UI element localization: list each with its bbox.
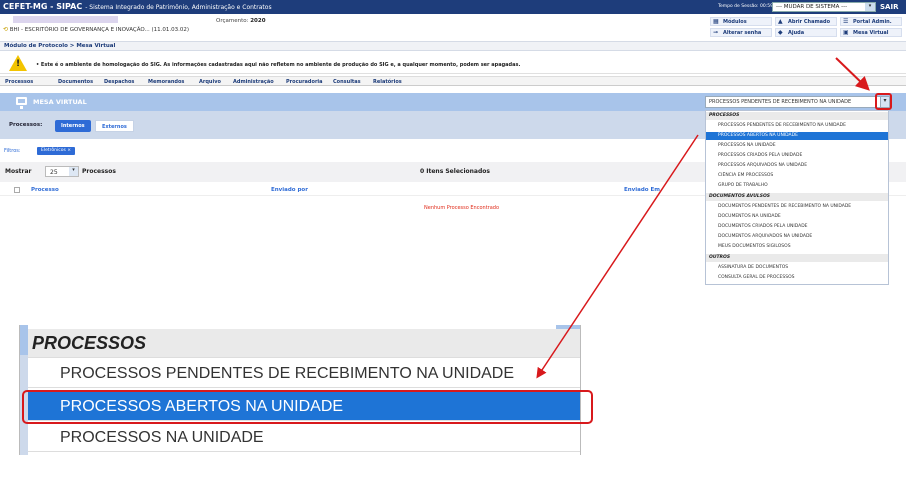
menu-administracao[interactable]: Administração (233, 79, 274, 85)
swap-icon: ⟲ (3, 26, 9, 33)
dropdown-option-selected[interactable]: PROCESSOS ABERTOS NA UNIDADE (706, 132, 888, 140)
system-title: CEFET-MG - SIPAC (3, 2, 83, 11)
menu-processos[interactable]: Processos (5, 79, 33, 85)
filter-chip[interactable]: Eletrônicos × (37, 147, 76, 155)
quick-link-label: Abrir Chamado (788, 19, 831, 25)
quick-link-label: Módulos (723, 19, 747, 25)
annotation-highlight-box (22, 390, 593, 424)
system-name: CEFET-MG - SIPAC - Sistema Integrado de P… (3, 2, 272, 11)
quick-link-label: Portal Admin. (853, 19, 892, 25)
user-info-bar: Orçamento: 2020 ⟲ BHI - ESCRITÓRIO DE GO… (0, 14, 906, 42)
budget-label: Orçamento: (216, 18, 249, 24)
menu-despachos[interactable]: Despachos (104, 79, 134, 85)
dropdown-option[interactable]: CONSULTA GERAL DE PROCESSOS (706, 274, 888, 282)
list-icon: ☰ (843, 18, 849, 25)
dropdown-group: DOCUMENTOS AVULSOS (706, 193, 888, 201)
quick-link-ajuda[interactable]: ◆ Ajuda (775, 28, 837, 37)
quick-link-label: Mesa Virtual (853, 30, 889, 36)
processos-label: Processos: (9, 122, 43, 128)
help-icon: ◆ (778, 29, 783, 36)
main-menu: Processos Documentos Despachos Memorando… (0, 76, 906, 86)
show-suffix: Processos (82, 168, 116, 175)
warning-icon: ▲ (778, 18, 783, 25)
zoom-option[interactable]: PROCESSOS NA UNIDADE (28, 423, 581, 452)
column-enviado-por[interactable]: Enviado por (271, 187, 308, 193)
quick-link-mesa-virtual[interactable]: ▣ Mesa Virtual (840, 28, 902, 37)
filters-label: Filtros: (4, 148, 21, 154)
chevron-down-icon: ▾ (865, 3, 875, 11)
warning-text: • Este é o ambiente de homologação do SI… (36, 62, 521, 68)
dropdown-group: OUTROS (706, 254, 888, 262)
dropdown-option[interactable]: MEUS DOCUMENTOS SIGILOSOS (706, 243, 888, 251)
dropdown-option[interactable]: PROCESSOS NA UNIDADE (706, 142, 888, 150)
system-subtitle: - Sistema Integrado de Patrimônio, Admin… (85, 4, 272, 11)
dropdown-option[interactable]: DOCUMENTOS CRIADOS PELA UNIDADE (706, 223, 888, 231)
dropdown-option[interactable]: DOCUMENTOS ARQUIVADOS NA UNIDADE (706, 233, 888, 241)
breadcrumb-text[interactable]: Módulo de Protocolo > Mesa Virtual (4, 43, 115, 49)
menu-documentos[interactable]: Documentos (58, 79, 93, 85)
view-select[interactable]: PROCESSOS PENDENTES DE RECEBIMENTO NA UN… (705, 96, 890, 108)
menu-arquivo[interactable]: Arquivo (199, 79, 221, 85)
menu-relatorios[interactable]: Relatórios (373, 79, 402, 85)
page-title: MESA VIRTUAL (33, 98, 87, 106)
select-all-checkbox[interactable] (14, 187, 20, 193)
grid-icon: ▦ (713, 18, 719, 25)
menu-memorandos[interactable]: Memorandos (148, 79, 184, 85)
selected-count: 0 Itens Selecionados (420, 168, 490, 175)
column-enviado-em[interactable]: Enviado Em (624, 187, 660, 193)
unit-name: BHI - ESCRITÓRIO DE GOVERNANÇA E INOVAÇÃ… (9, 27, 190, 33)
dropdown-option[interactable]: DOCUMENTOS PENDENTES DE RECEBIMENTO NA U… (706, 203, 888, 211)
filter-chip-label: Eletrônicos (41, 148, 66, 153)
tab-internos[interactable]: Internos (55, 120, 91, 132)
exclamation-mark: ! (16, 59, 21, 69)
dropdown-option[interactable]: DOCUMENTOS NA UNIDADE (706, 213, 888, 221)
unit-link[interactable]: ⟲ BHI - ESCRITÓRIO DE GOVERNANÇA E INOVA… (3, 26, 189, 33)
page-size-value: 25 (50, 169, 58, 176)
desk-icon: ▣ (843, 29, 849, 36)
chevron-down-icon: ▾ (69, 167, 78, 176)
dropdown-option[interactable]: GRUPO DE TRABALHO (706, 182, 888, 190)
quick-link-abrir-chamado[interactable]: ▲ Abrir Chamado (775, 17, 837, 26)
logout-link[interactable]: SAIR (880, 3, 898, 11)
user-name-redacted (13, 16, 118, 23)
page-size-select[interactable]: 25 ▾ (45, 166, 79, 177)
breadcrumb: Módulo de Protocolo > Mesa Virtual (0, 41, 906, 51)
mesa-virtual-header: MESA VIRTUAL PROCESSOS PENDENTES DE RECE… (0, 93, 906, 111)
dropdown-option[interactable]: ASSINATURA DE DOCUMENTOS (706, 264, 888, 272)
monitor-icon (16, 97, 27, 109)
dropdown-option[interactable]: PROCESSOS ARQUIVADOS NA UNIDADE (706, 162, 888, 170)
dropdown-option[interactable]: PROCESSOS PENDENTES DE RECEBIMENTO NA UN… (706, 122, 888, 130)
menu-consultas[interactable]: Consultas (333, 79, 361, 85)
change-system-value: --- MUDAR DE SISTEMA --- (776, 4, 848, 10)
show-label: Mostrar (5, 168, 32, 175)
homologation-warning: ! • Este é o ambiente de homologação do … (0, 54, 906, 74)
dropdown-group: PROCESSOS (706, 112, 888, 120)
tab-externos[interactable]: Externos (95, 120, 134, 132)
key-icon: ⊸ (713, 29, 719, 36)
quick-link-portal-admin[interactable]: ☰ Portal Admin. (840, 17, 902, 26)
session-timer: Tempo de Sessão: 00:59 (718, 4, 773, 9)
empty-message: Nenhum Processo Encontrado (424, 205, 500, 211)
zoom-option[interactable]: PROCESSOS PENDENTES DE RECEBIMENTO NA UN… (28, 359, 581, 388)
quick-link-modulos[interactable]: ▦ Módulos (710, 17, 772, 26)
view-dropdown-list: PROCESSOS PROCESSOS PENDENTES DE RECEBIM… (705, 110, 889, 285)
budget-value: 2020 (250, 18, 266, 24)
change-system-select[interactable]: --- MUDAR DE SISTEMA --- ▾ (772, 2, 876, 12)
budget-year: Orçamento: 2020 (216, 18, 266, 24)
quick-link-alterar-senha[interactable]: ⊸ Alterar senha (710, 28, 772, 37)
annotation-highlight-box (875, 93, 892, 110)
dropdown-option[interactable]: PROCESSOS CRIADOS PELA UNIDADE (706, 152, 888, 160)
dropdown-option[interactable]: CIÊNCIA EM PROCESSOS (706, 172, 888, 180)
top-header: CEFET-MG - SIPAC - Sistema Integrado de P… (0, 0, 906, 14)
tutorial-image: CEFET-MG - SIPAC - Sistema Integrado de P… (0, 0, 906, 477)
quick-link-label: Ajuda (788, 30, 805, 36)
zoom-group: PROCESSOS (28, 329, 581, 358)
quick-link-label: Alterar senha (723, 30, 762, 36)
sipac-screenshot: CEFET-MG - SIPAC - Sistema Integrado de P… (0, 0, 906, 292)
menu-procuradoria[interactable]: Procuradoria (286, 79, 323, 85)
column-processo[interactable]: Processo (31, 187, 59, 193)
